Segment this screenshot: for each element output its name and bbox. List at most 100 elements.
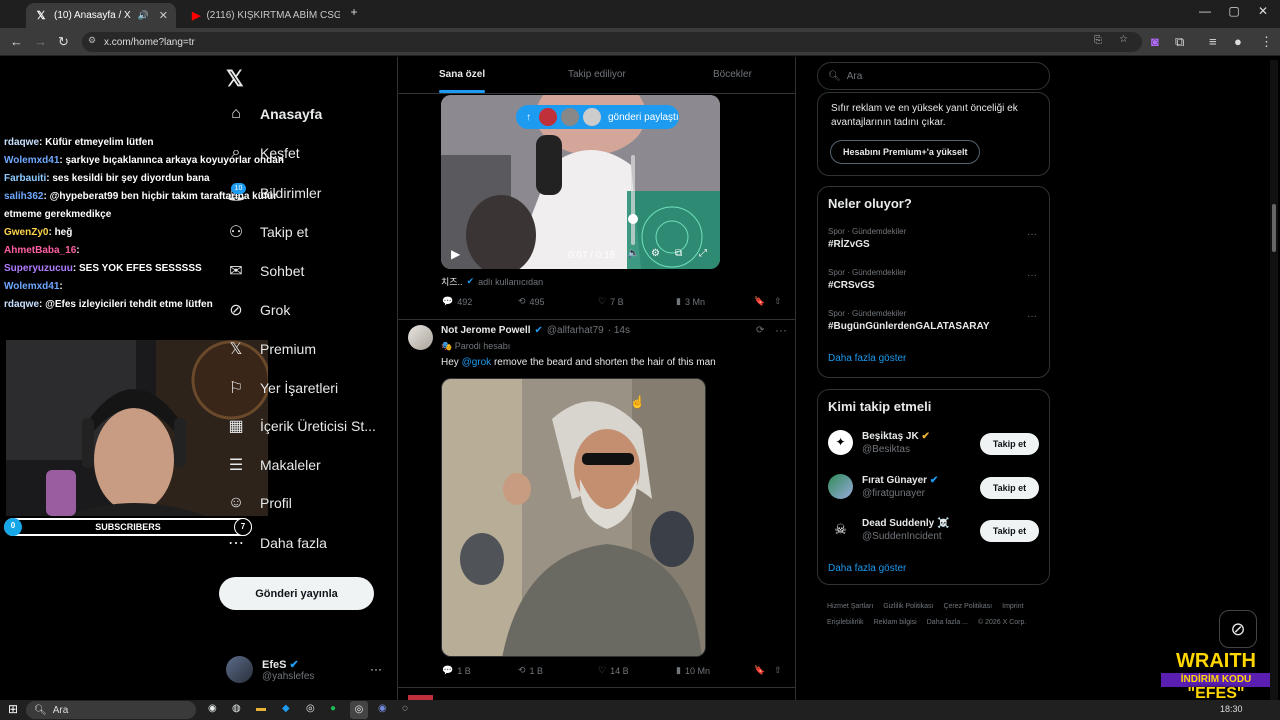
search-input[interactable]: 🔍︎ Ara [817,62,1050,90]
settings-icon[interactable]: ⚙ [651,248,660,259]
follow-item[interactable]: ✦ Beşiktaş JK ✔ @Besiktas [828,430,930,455]
scrollbar-thumb[interactable] [1272,204,1276,252]
reply-button[interactable]: 💬 1 B [442,665,471,676]
author-name[interactable]: Not Jerome Powell [441,325,530,336]
footer-link[interactable]: Gizlilik Politikası [883,599,933,615]
speaker-icon[interactable]: 🔊 [138,10,149,21]
taskbar-clock[interactable]: 18:30 [1220,704,1243,714]
trend-more-icon[interactable]: ··· [1027,229,1037,240]
nav-item-profile[interactable]: ☺ Profil [226,494,292,512]
tab-youtube[interactable]: ▶ (2116) KIŞKIRTMA ABİM CSGO ✕ [184,3,340,28]
restore-icon[interactable]: ▢ [1222,4,1246,18]
post-time[interactable]: · 14s [608,325,630,336]
trend-item[interactable]: Spor · Gündemdekiler #RİZvGS [828,227,906,250]
app-icon[interactable]: ◆ [282,703,290,714]
footer-link[interactable]: Imprint [1002,599,1023,615]
windows-start-icon[interactable]: ⊞ [8,702,18,716]
footer-link[interactable]: Hizmet Şartları [827,599,873,615]
trend-more-icon[interactable]: ··· [1027,311,1037,322]
reading-list-icon[interactable]: ≡ [1209,34,1217,49]
url-bar[interactable]: ⚙ x.com/home?lang=tr ⎘ ☆ [82,32,1142,52]
nav-item-follow[interactable]: ⚇ Takip et [226,222,308,242]
follow-button[interactable]: Takip et [980,520,1039,542]
account-more-icon[interactable]: ··· [370,662,382,676]
footer-link[interactable]: Daha fazla ... [927,615,968,631]
tab-following[interactable]: Takip ediliyor [568,69,626,80]
page-scrollbar[interactable] [1270,60,1278,700]
new-tab-button[interactable]: + [342,5,366,19]
repost-button[interactable]: ⟲ 495 [518,296,545,307]
post-more-icon[interactable]: ··· [775,323,787,337]
author-handle[interactable]: @allfarhat79 [547,325,604,336]
nav-item-article[interactable]: ☰ Makaleler [226,455,321,475]
app-icon[interactable]: ◍ [232,703,241,714]
close-window-icon[interactable]: ✕ [1251,4,1275,18]
minimize-icon[interactable]: — [1193,4,1217,18]
footer-link[interactable]: Erişilebilirlik [827,615,864,631]
nav-item-home[interactable]: ⌂ Anasayfa [226,105,322,123]
nav-item-studio[interactable]: ▦ İçerik Üreticisi St... [226,416,375,436]
site-info-icon[interactable]: ⚙ [88,35,96,46]
footer-link[interactable]: Reklam bilgisi [874,615,917,631]
post-button[interactable]: Gönderi yayınla [219,577,374,610]
folder-icon[interactable]: ▬ [256,703,266,714]
edge-icon[interactable]: ◉ [208,703,217,714]
bookmark-icon[interactable]: 🔖 [754,296,765,307]
profile-icon[interactable]: ● [1234,34,1242,49]
tab-for-you[interactable]: Sana özel [439,69,485,80]
tab-x-home[interactable]: 𝕏 (10) Anasayfa / X 🔊 ✕ [26,3,176,28]
footer-link[interactable]: Çerez Politikası [943,599,992,615]
extension-icon[interactable]: ◙ [1151,34,1159,49]
trend-item[interactable]: Spor · Gündemdekiler #CRSvGS [828,268,906,291]
volume-icon[interactable]: 🔈 [627,248,639,259]
reload-icon[interactable]: ↻ [58,34,69,50]
discord-icon[interactable]: ◉ [378,703,387,714]
avatar[interactable] [408,325,433,350]
close-tab-icon[interactable]: ✕ [159,9,168,22]
follow-item[interactable]: ☠ Dead Suddenly ☠️ @SuddenIncident [828,517,949,542]
share-icon[interactable]: ⇧ [774,296,782,307]
tab-bugs[interactable]: Böcekler [713,69,752,80]
reply-button[interactable]: 💬 492 [442,296,472,307]
install-app-icon[interactable]: ⎘ [1094,35,1102,46]
views-button[interactable]: ▮ 10 Mn [676,665,710,676]
taskbar-search[interactable]: 🔍︎ Ara [26,701,196,719]
footer-link[interactable]: © 2026 X Corp. [978,615,1026,631]
spotify-icon[interactable]: ● [330,703,336,714]
steam-icon[interactable]: ◎ [306,703,315,714]
fullscreen-icon[interactable]: ⤢ [699,248,707,259]
follow-button[interactable]: Takip et [980,477,1039,499]
mention-link[interactable]: @grok [462,357,492,368]
play-icon[interactable]: ▶ [451,247,460,261]
back-icon[interactable]: ← [10,34,23,49]
share-icon[interactable]: ⇧ [774,665,782,676]
app-icon[interactable]: ◌ [402,703,408,714]
bookmark-star-icon[interactable]: ☆ [1119,34,1128,45]
grok-float-icon[interactable]: ⊘ [1219,610,1257,648]
forward-icon[interactable]: → [34,34,47,49]
post-image[interactable] [441,378,706,657]
nav-item-mail[interactable]: ✉ Sohbet [226,261,304,281]
chrome-icon[interactable]: ◎ [350,701,368,719]
trends-show-more[interactable]: Daha fazla göster [828,353,906,364]
nav-item-search[interactable]: ⌕ Keşfet [226,144,300,162]
pip-icon[interactable]: ⧉ [675,248,682,259]
upgrade-premium-button[interactable]: Hesabını Premium+'a yükselt [830,140,981,164]
follow-item[interactable]: Fırat Günayer ✔ @firatgunayer [828,474,938,499]
repost-button[interactable]: ⟲ 1 B [518,665,543,676]
trend-more-icon[interactable]: ··· [1027,270,1037,281]
grok-explain-icon[interactable]: ⟳ [756,325,764,336]
x-logo-icon[interactable]: 𝕏 [226,66,244,92]
like-button[interactable]: ♡ 14 B [598,665,629,676]
follow-button[interactable]: Takip et [980,433,1039,455]
follow-show-more[interactable]: Daha fazla göster [828,563,906,574]
account-switcher[interactable]: EfeS ✔ @yahslefes [226,656,314,683]
nav-item-more[interactable]: ⋯ Daha fazla [226,533,327,553]
bookmark-icon[interactable]: 🔖 [754,665,765,676]
nav-item-x-premium[interactable]: 𝕏 Premium [226,339,316,359]
nav-item-grok[interactable]: ⊘ Grok [226,300,290,320]
extensions-puzzle-icon[interactable]: ⧉ [1175,34,1184,50]
like-button[interactable]: ♡ 7 B [598,296,624,307]
nav-item-bookmark[interactable]: ⚐ Yer İşaretleri [226,378,338,398]
new-posts-toast[interactable]: ↑ gönderi paylaştı [516,105,679,129]
